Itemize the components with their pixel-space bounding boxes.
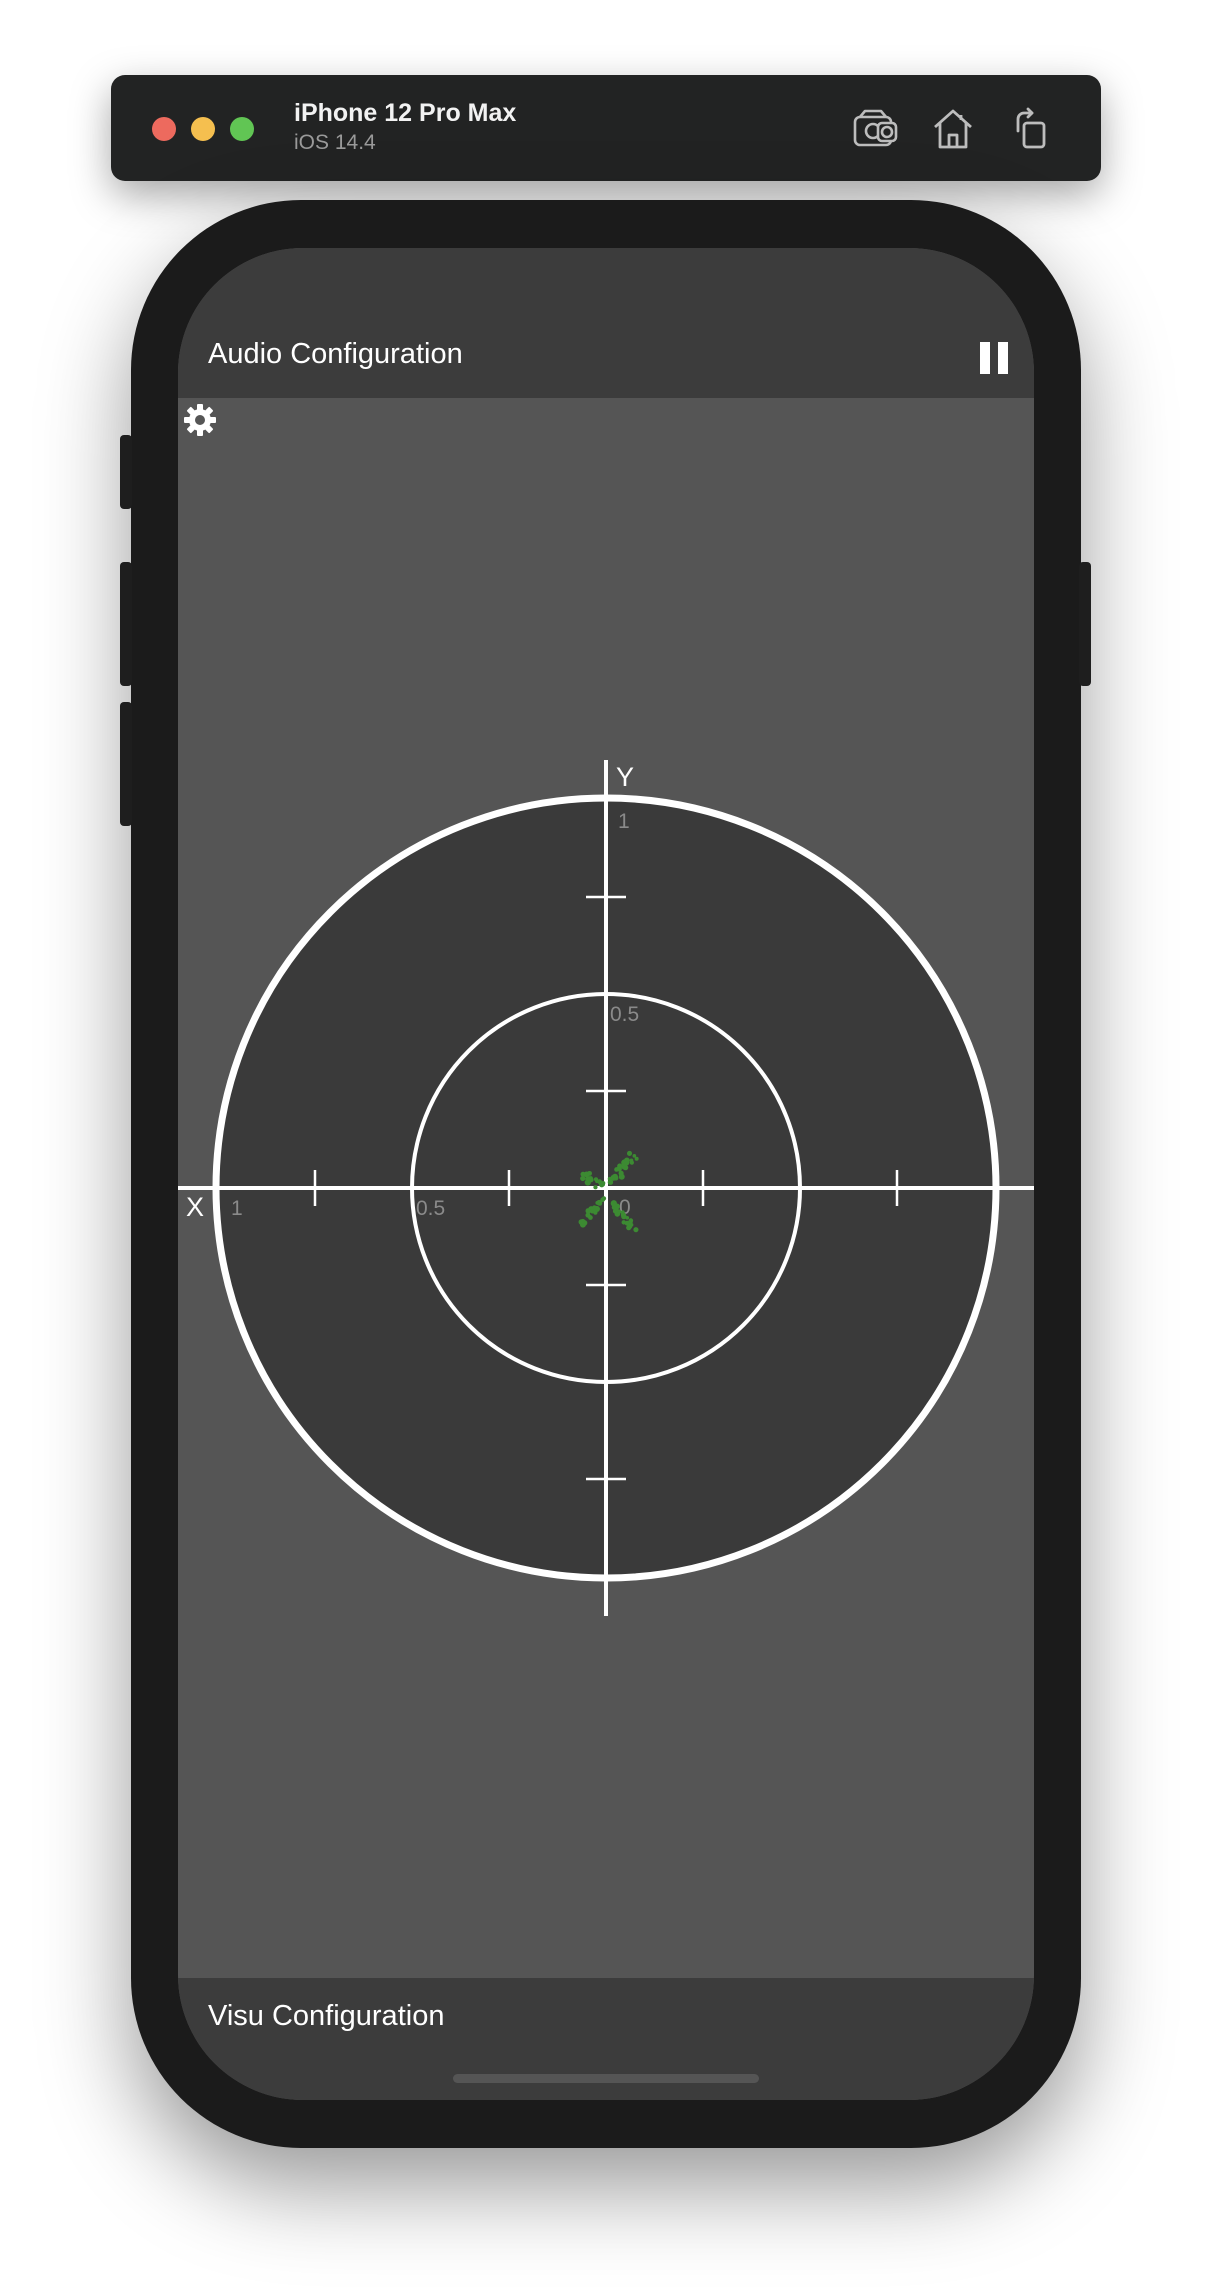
- signal-dot: [623, 1165, 629, 1171]
- os-version: iOS 14.4: [294, 131, 376, 154]
- x-tick-label-outer: 1: [231, 1197, 243, 1220]
- volume-down-button: [120, 702, 132, 826]
- signal-dot: [586, 1170, 592, 1176]
- signal-dot: [621, 1213, 627, 1220]
- y-axis-label: Y: [616, 762, 634, 792]
- signal-dot: [601, 1180, 606, 1186]
- signal-dot: [629, 1222, 634, 1227]
- signal-dot: [580, 1175, 586, 1182]
- pause-icon[interactable]: [978, 342, 1010, 374]
- signal-dot: [633, 1227, 639, 1233]
- signal-dot: [593, 1185, 598, 1190]
- signal-dot: [612, 1173, 619, 1180]
- signal-dot: [597, 1201, 603, 1206]
- signal-dot: [634, 1156, 639, 1161]
- audio-configuration-title[interactable]: Audio Configuration: [208, 338, 463, 371]
- audio-configuration-bar[interactable]: Audio Configuration: [178, 248, 1034, 398]
- signal-dot: [612, 1208, 618, 1214]
- device-name: iPhone 12 Pro Max: [294, 99, 517, 127]
- x-axis-label: X: [186, 1192, 204, 1222]
- signal-dot: [623, 1159, 630, 1166]
- close-window-button[interactable]: [152, 117, 176, 141]
- visu-configuration-title[interactable]: Visu Configuration: [208, 2000, 444, 2033]
- xy-scope-plot: Y X 1 0.5 1 0.5 0: [178, 760, 1034, 1616]
- visu-configuration-bar[interactable]: Visu Configuration: [178, 1978, 1034, 2100]
- silent-switch: [120, 435, 132, 509]
- signal-dot: [629, 1160, 634, 1165]
- signal-dot: [610, 1200, 617, 1207]
- gear-icon[interactable]: [182, 402, 218, 438]
- screenshot-camera-icon[interactable]: [852, 105, 900, 153]
- home-icon[interactable]: [929, 105, 977, 153]
- volume-up-button: [120, 562, 132, 686]
- y-tick-label-inner: 0.5: [610, 1003, 639, 1026]
- signal-dot: [626, 1150, 633, 1156]
- signal-dot: [578, 1219, 585, 1225]
- minimize-window-button[interactable]: [191, 117, 215, 141]
- signal-dot: [588, 1215, 593, 1220]
- zoom-window-button[interactable]: [230, 117, 254, 141]
- signal-dot: [617, 1163, 623, 1169]
- rotate-device-icon[interactable]: [1006, 105, 1054, 153]
- simulator-title-bar: iPhone 12 Pro Max iOS 14.4: [111, 75, 1101, 181]
- y-tick-label-outer: 1: [618, 810, 630, 833]
- home-indicator[interactable]: [453, 2074, 759, 2083]
- phone-screen: Y X 1 0.5 1 0.5 0 Audio Configuration Vi…: [178, 248, 1034, 2100]
- signal-dot: [588, 1177, 594, 1183]
- signal-dot: [593, 1210, 598, 1215]
- x-tick-label-inner: 0.5: [416, 1197, 445, 1220]
- power-button: [1079, 562, 1091, 686]
